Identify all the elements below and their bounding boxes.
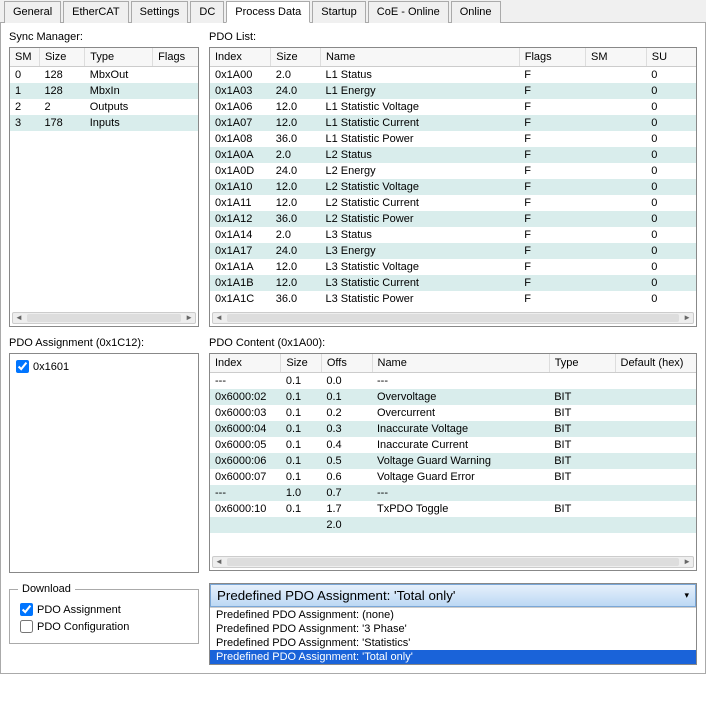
col-flags[interactable]: Flags: [153, 48, 198, 67]
predefined-assignment: Predefined PDO Assignment: 'Total only' …: [209, 583, 697, 665]
table-row[interactable]: 0x1A142.0L3 StatusF0: [210, 227, 696, 243]
table-row[interactable]: 0x6000:060.10.5Voltage Guard WarningBIT: [210, 453, 696, 469]
pdocontent-scrollbar[interactable]: [212, 556, 694, 568]
table-row[interactable]: 22Outputs: [10, 99, 198, 115]
col-size[interactable]: Size: [39, 48, 84, 67]
predef-option[interactable]: Predefined PDO Assignment: 'Statistics': [210, 636, 696, 650]
tabs-bar: GeneralEtherCATSettingsDCProcess DataSta…: [0, 0, 706, 23]
tab-coe-online[interactable]: CoE - Online: [368, 1, 449, 23]
table-row[interactable]: 3178Inputs: [10, 115, 198, 131]
col-name[interactable]: Name: [320, 48, 519, 67]
predef-option[interactable]: Predefined PDO Assignment: (none): [210, 608, 696, 622]
table-row[interactable]: 0128MbxOut: [10, 67, 198, 84]
table-row[interactable]: 0x1A0A2.0L2 StatusF0: [210, 147, 696, 163]
assignment-label: 0x1601: [33, 361, 69, 373]
download-label: PDO Assignment: [37, 604, 121, 616]
col-sm[interactable]: SM: [586, 48, 647, 67]
download-checkbox[interactable]: [20, 620, 33, 633]
table-row[interactable]: 0x6000:050.10.4Inaccurate CurrentBIT: [210, 437, 696, 453]
tab-process-data[interactable]: Process Data: [226, 1, 310, 23]
table-row[interactable]: 0x1A002.0L1 StatusF0: [210, 67, 696, 84]
pdo-list-table[interactable]: IndexSizeNameFlagsSMSU 0x1A002.0L1 Statu…: [209, 47, 697, 327]
sync-manager-table[interactable]: SMSizeTypeFlags 0128MbxOut1128MbxIn22Out…: [9, 47, 199, 327]
pdo-content-table[interactable]: IndexSizeOffsNameTypeDefault (hex) ---0.…: [209, 353, 697, 571]
table-row[interactable]: 1128MbxIn: [10, 83, 198, 99]
pdo-content-label: PDO Content (0x1A00):: [209, 337, 697, 349]
table-row[interactable]: 0x1A0612.0L1 Statistic VoltageF0: [210, 99, 696, 115]
tab-online[interactable]: Online: [451, 1, 501, 23]
predef-option[interactable]: Predefined PDO Assignment: '3 Phase': [210, 622, 696, 636]
pdo-assignment-box[interactable]: 0x1601: [9, 353, 199, 573]
sync-scrollbar[interactable]: [12, 312, 196, 324]
tab-settings[interactable]: Settings: [131, 1, 189, 23]
col-size[interactable]: Size: [271, 48, 321, 67]
assignment-item[interactable]: 0x1601: [14, 358, 194, 375]
sync-manager-label: Sync Manager:: [9, 31, 199, 43]
assignment-checkbox[interactable]: [16, 360, 29, 373]
download-fieldset: Download PDO Assignment PDO Configuration: [9, 583, 199, 644]
col-name[interactable]: Name: [372, 354, 549, 373]
tab-dc[interactable]: DC: [190, 1, 224, 23]
tab-startup[interactable]: Startup: [312, 1, 365, 23]
col-index[interactable]: Index: [210, 354, 281, 373]
col-type[interactable]: Type: [85, 48, 153, 67]
table-row[interactable]: 0x6000:030.10.2OvercurrentBIT: [210, 405, 696, 421]
col-su[interactable]: SU: [646, 48, 696, 67]
table-row[interactable]: 0x1A0D24.0L2 EnergyF0: [210, 163, 696, 179]
col-size[interactable]: Size: [281, 354, 322, 373]
table-row[interactable]: 0x1A1C36.0L3 Statistic PowerF0: [210, 291, 696, 307]
table-row[interactable]: 0x1A0836.0L1 Statistic PowerF0: [210, 131, 696, 147]
tab-ethercat[interactable]: EtherCAT: [63, 1, 128, 23]
table-row[interactable]: 0x6000:100.11.7TxPDO ToggleBIT: [210, 501, 696, 517]
table-row[interactable]: 0x1A1B12.0L3 Statistic CurrentF0: [210, 275, 696, 291]
col-offs[interactable]: Offs: [321, 354, 372, 373]
table-row[interactable]: 0x1A0324.0L1 EnergyF0: [210, 83, 696, 99]
table-row[interactable]: 2.0: [210, 517, 696, 533]
table-row[interactable]: 0x1A0712.0L1 Statistic CurrentF0: [210, 115, 696, 131]
pdolist-scrollbar[interactable]: [212, 312, 694, 324]
table-row[interactable]: ---1.00.7---: [210, 485, 696, 501]
pdo-assignment-label: PDO Assignment (0x1C12):: [9, 337, 199, 349]
predefined-dropdown-button[interactable]: Predefined PDO Assignment: 'Total only': [210, 584, 696, 607]
table-row[interactable]: 0x6000:040.10.3Inaccurate VoltageBIT: [210, 421, 696, 437]
download-checkbox[interactable]: [20, 603, 33, 616]
download-item[interactable]: PDO Configuration: [18, 618, 190, 635]
table-row[interactable]: 0x1A1112.0L2 Statistic CurrentF0: [210, 195, 696, 211]
col-index[interactable]: Index: [210, 48, 271, 67]
col-sm[interactable]: SM: [10, 48, 39, 67]
predef-option[interactable]: Predefined PDO Assignment: 'Total only': [210, 650, 696, 664]
table-row[interactable]: 0x1A1A12.0L3 Statistic VoltageF0: [210, 259, 696, 275]
predefined-dropdown-label: Predefined PDO Assignment: 'Total only': [217, 588, 455, 603]
table-row[interactable]: 0x1A1236.0L2 Statistic PowerF0: [210, 211, 696, 227]
download-item[interactable]: PDO Assignment: [18, 601, 190, 618]
download-label: PDO Configuration: [37, 621, 129, 633]
pdo-list-label: PDO List:: [209, 31, 697, 43]
table-row[interactable]: 0x1A1012.0L2 Statistic VoltageF0: [210, 179, 696, 195]
predefined-dropdown-list[interactable]: Predefined PDO Assignment: (none)Predefi…: [210, 607, 696, 664]
table-row[interactable]: 0x1A1724.0L3 EnergyF0: [210, 243, 696, 259]
table-row[interactable]: ---0.10.0---: [210, 373, 696, 390]
tab-general[interactable]: General: [4, 1, 61, 23]
col-default-hex-[interactable]: Default (hex): [615, 354, 696, 373]
download-legend: Download: [18, 583, 75, 595]
table-row[interactable]: 0x6000:020.10.1OvervoltageBIT: [210, 389, 696, 405]
col-flags[interactable]: Flags: [519, 48, 585, 67]
col-type[interactable]: Type: [549, 354, 615, 373]
table-row[interactable]: 0x6000:070.10.6Voltage Guard ErrorBIT: [210, 469, 696, 485]
